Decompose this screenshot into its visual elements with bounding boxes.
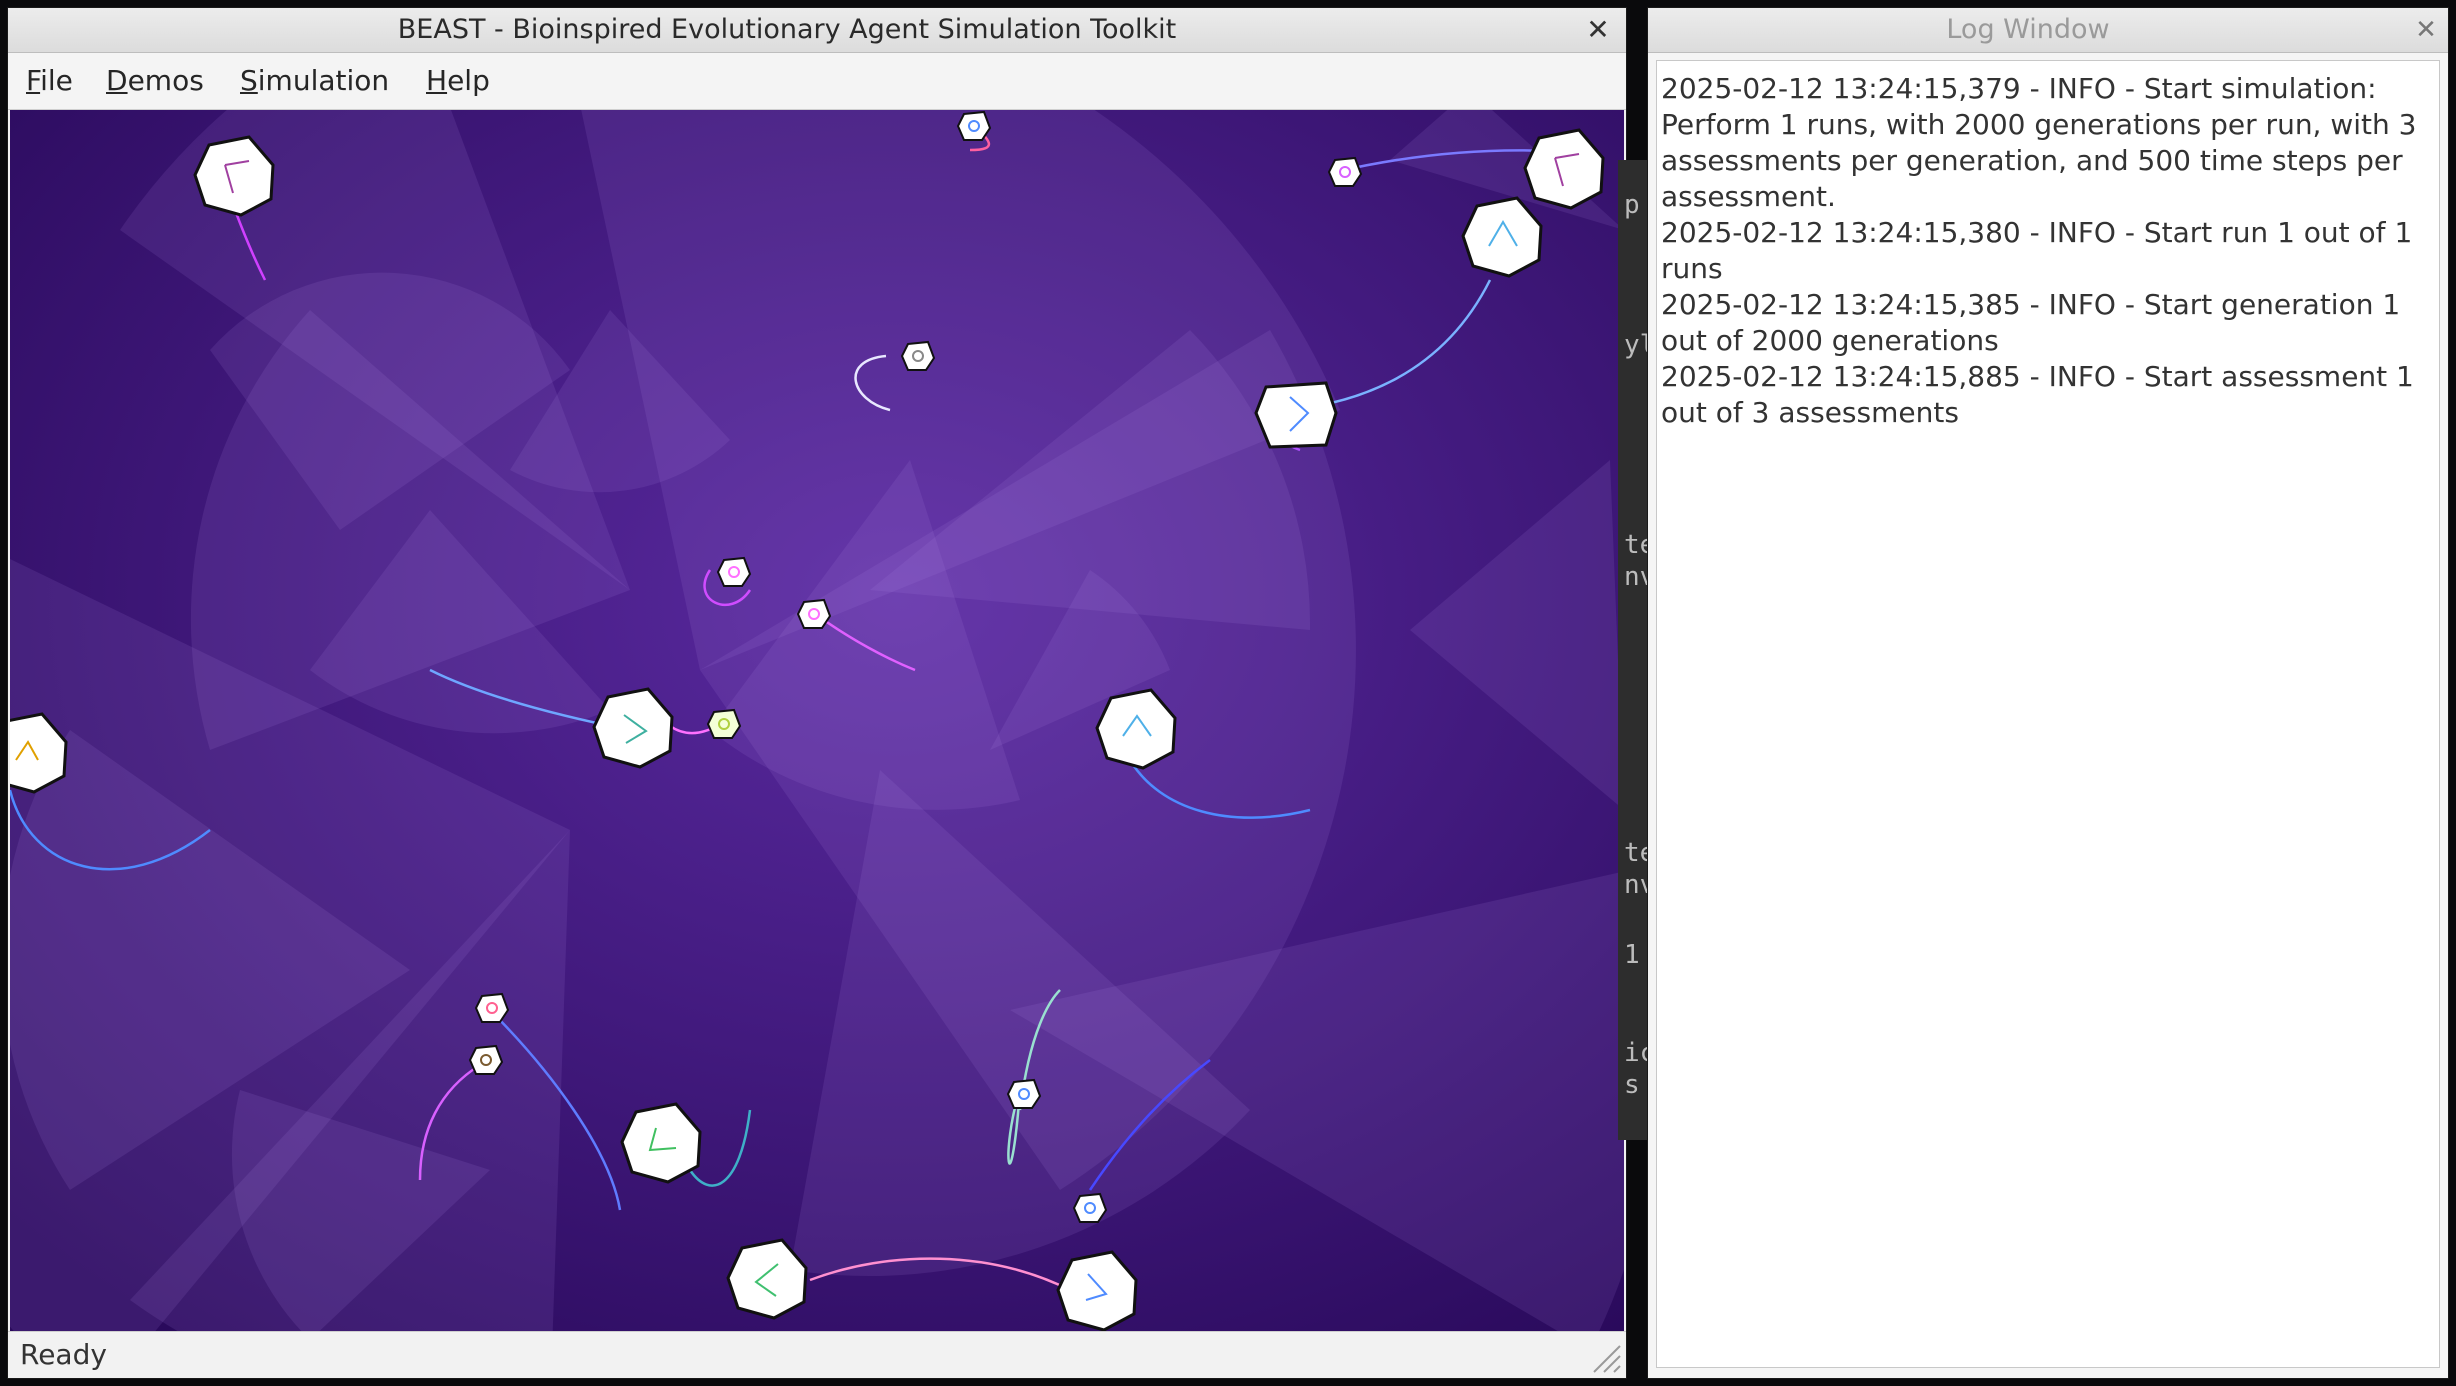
close-icon[interactable]: ✕ <box>1582 14 1614 46</box>
agent-small <box>796 598 832 629</box>
menu-demos-label: emos <box>127 64 204 97</box>
log-entry: 2025-02-12 13:24:15,379 - INFO - Start s… <box>1661 72 2417 213</box>
status-text: Ready <box>20 1338 107 1371</box>
agent-small <box>474 992 510 1023</box>
menu-simulation-mnemonic: S <box>240 64 258 97</box>
status-bar: Ready <box>8 1331 1626 1378</box>
background-text: 1 <box>1624 940 1640 970</box>
background-text: p <box>1624 190 1640 220</box>
menu-simulation[interactable]: Simulation <box>240 53 389 109</box>
menu-file-label: ile <box>40 64 73 97</box>
log-entry: 2025-02-12 13:24:15,385 - INFO - Start g… <box>1661 288 2401 357</box>
close-icon[interactable]: ✕ <box>2410 14 2442 46</box>
simulation-canvas[interactable] <box>10 110 1624 1332</box>
background-window: p yl te nv te nv 1 ic s <box>1618 160 1655 1140</box>
menu-file[interactable]: File <box>26 53 73 109</box>
menubar: File Demos Simulation Help <box>8 53 1626 110</box>
window-title: BEAST - Bioinspired Evolutionary Agent S… <box>397 14 1177 45</box>
menu-simulation-label: imulation <box>257 64 390 97</box>
menu-help[interactable]: Help <box>426 53 490 109</box>
main-window: BEAST - Bioinspired Evolutionary Agent S… <box>8 8 1626 1378</box>
main-titlebar[interactable]: BEAST - Bioinspired Evolutionary Agent S… <box>8 8 1626 53</box>
menu-help-label: elp <box>447 64 490 97</box>
log-window-title: Log Window <box>1946 14 2110 45</box>
agent-small <box>468 1044 504 1075</box>
agent-small <box>956 110 992 141</box>
background-text: s <box>1624 1070 1640 1100</box>
menu-demos-mnemonic: D <box>106 64 128 97</box>
agent <box>1254 381 1338 449</box>
agent-small <box>900 340 936 371</box>
menu-file-mnemonic: F <box>26 64 41 97</box>
resize-grip-icon[interactable] <box>1586 1338 1622 1374</box>
simulation-world <box>10 110 1624 1332</box>
agent-small <box>706 708 742 739</box>
log-entry: 2025-02-12 13:24:15,380 - INFO - Start r… <box>1661 216 2413 285</box>
log-entry: 2025-02-12 13:24:15,885 - INFO - Start a… <box>1661 360 2414 429</box>
log-titlebar[interactable]: Log Window ✕ <box>1648 8 2448 53</box>
agent-small <box>716 556 752 587</box>
log-text-area[interactable]: 2025-02-12 13:24:15,379 - INFO - Start s… <box>1656 60 2440 1368</box>
agent-small <box>1072 1192 1108 1223</box>
log-window: Log Window ✕ 2025-02-12 13:24:15,379 - I… <box>1648 8 2448 1378</box>
menu-demos[interactable]: Demos <box>106 53 204 109</box>
agent-small <box>1327 156 1363 187</box>
menu-help-mnemonic: H <box>426 64 448 97</box>
agent-small <box>1006 1078 1042 1109</box>
